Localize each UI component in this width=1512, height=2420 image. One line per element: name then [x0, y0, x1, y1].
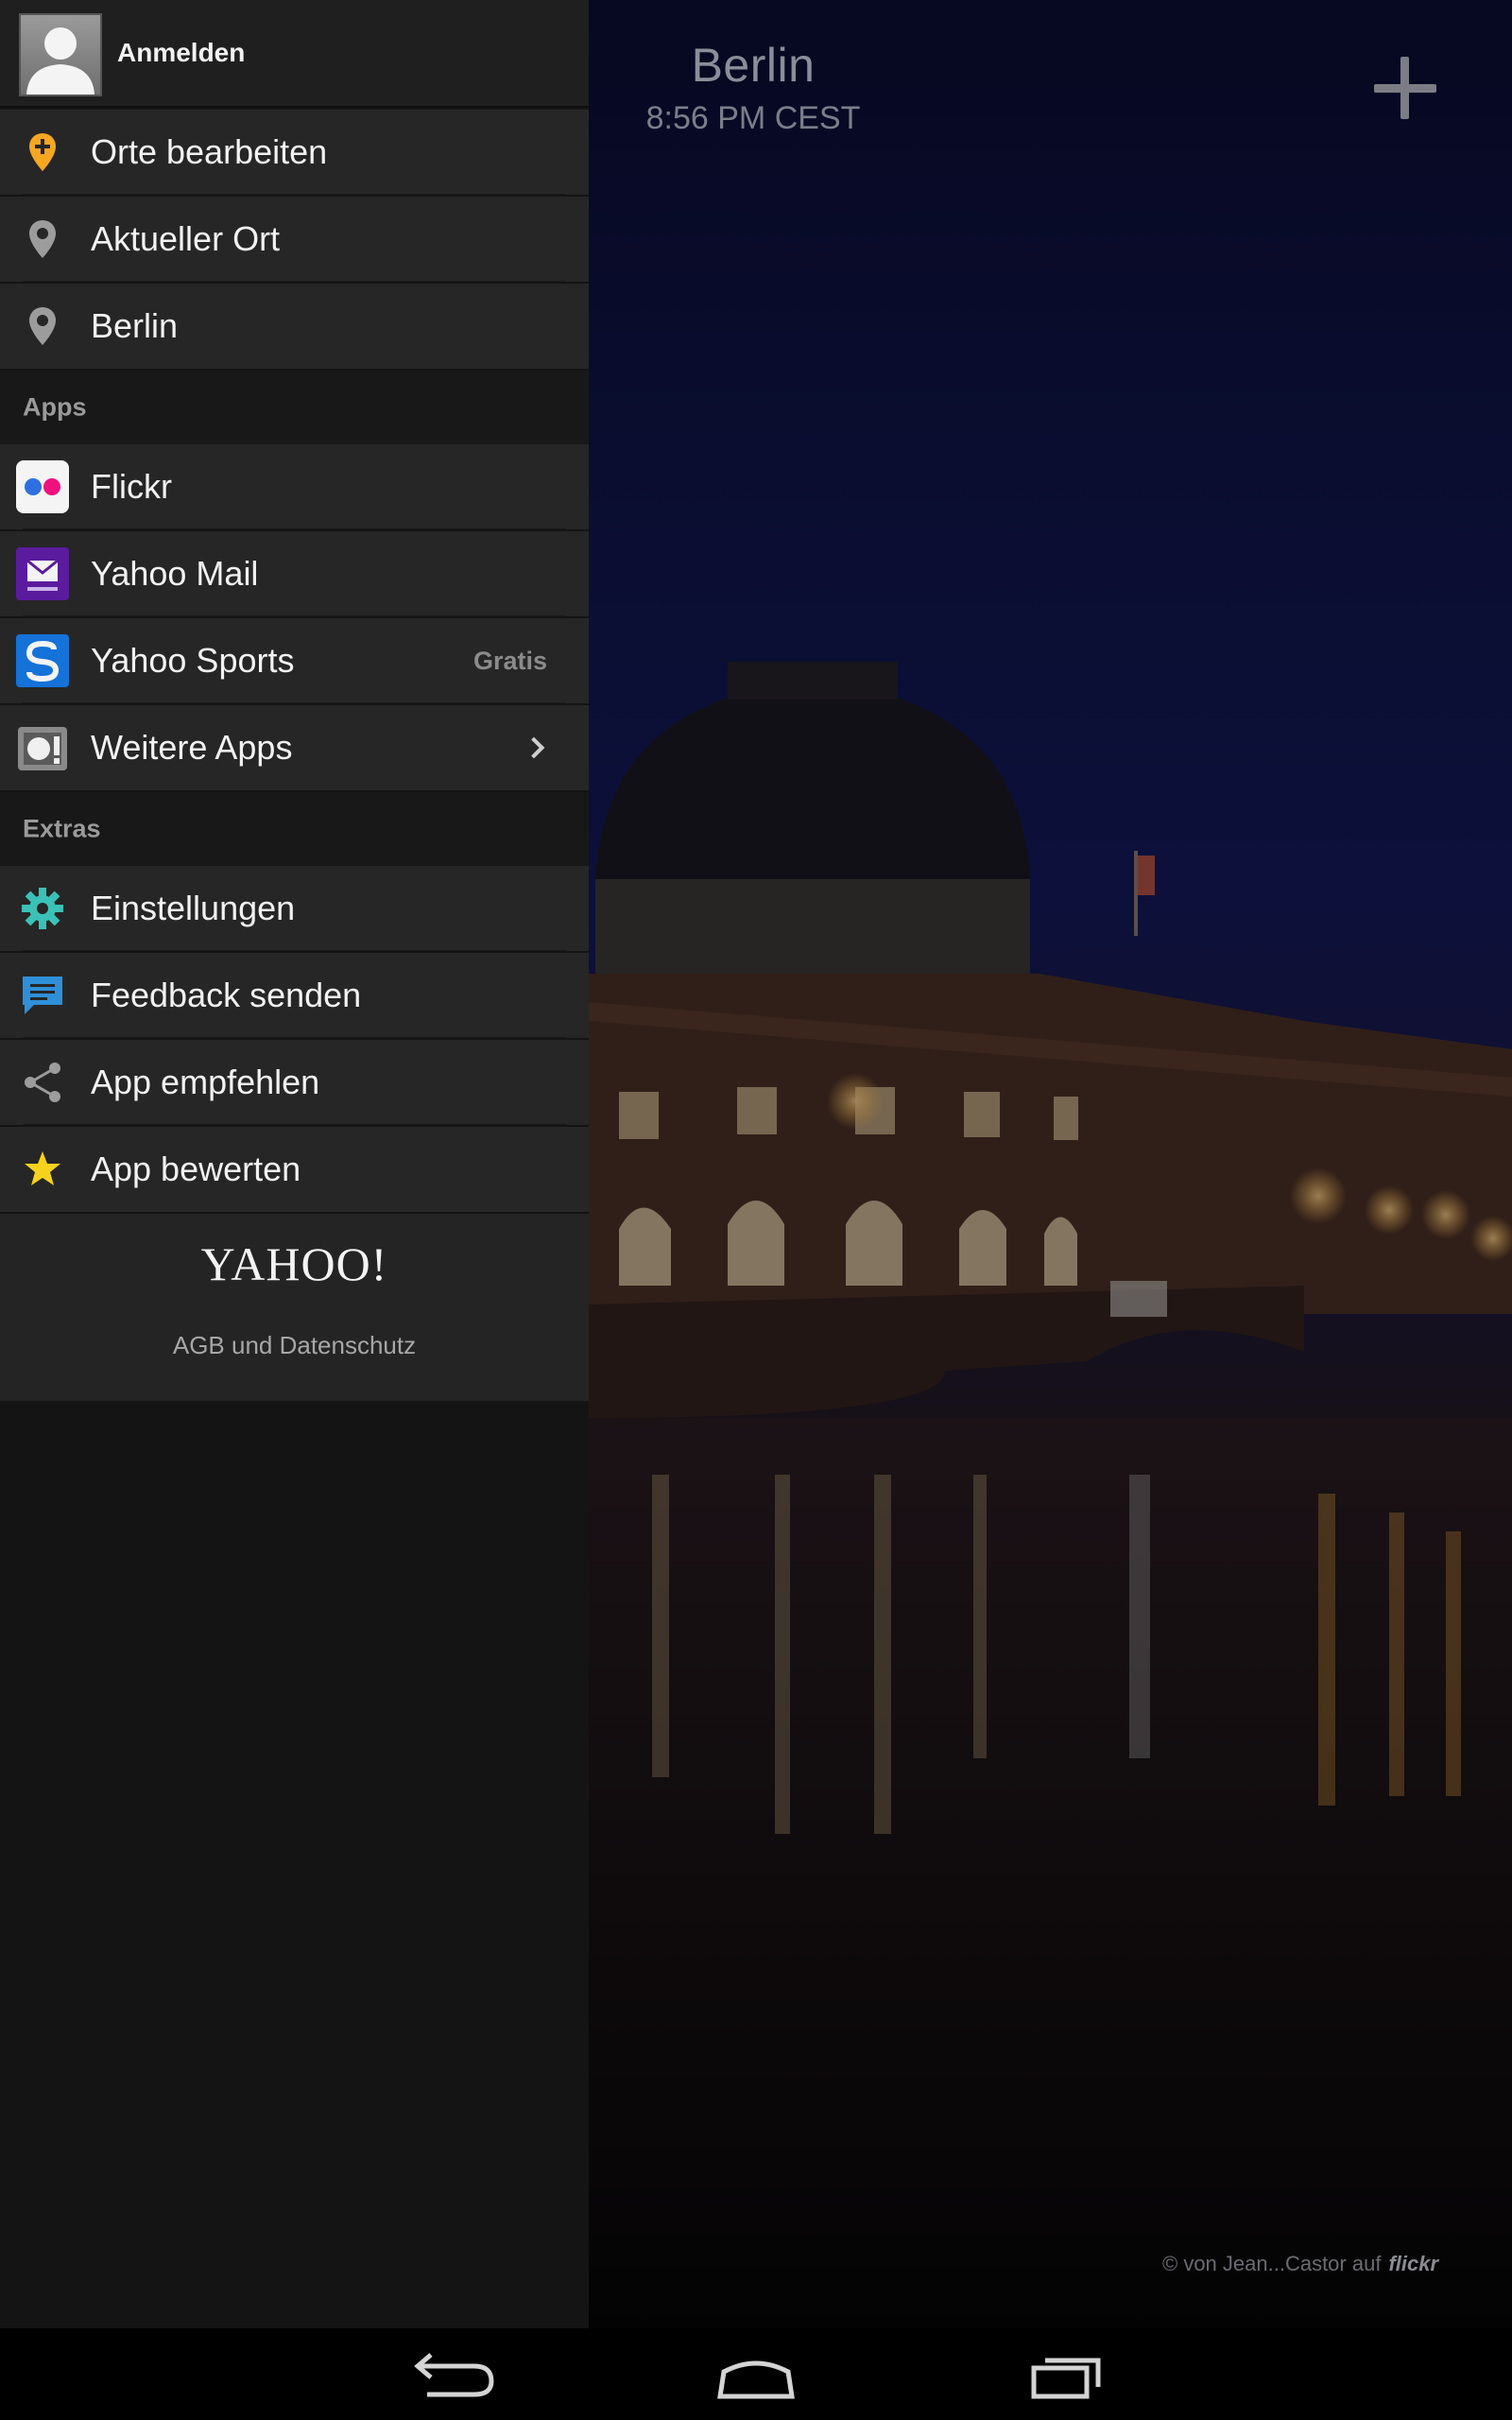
- avatar-icon: [19, 13, 102, 96]
- divider: [23, 1037, 566, 1038]
- local-time: 8:56 PM CEST: [645, 100, 861, 136]
- rate-app-item[interactable]: App bewerten: [0, 1127, 589, 1212]
- edit-locations-item[interactable]: Orte bearbeiten: [0, 110, 589, 195]
- yahoo-logo: YAHOO!: [200, 1237, 388, 1290]
- home-icon: [717, 2360, 795, 2399]
- app-item-yahoo-mail[interactable]: Yahoo Mail: [0, 531, 589, 616]
- recommend-app-label: App empfehlen: [91, 1063, 320, 1101]
- terms-privacy-link[interactable]: AGB und Datenschutz: [0, 1331, 589, 1360]
- back-icon: [414, 2353, 494, 2397]
- recent-apps-button[interactable]: [1005, 2345, 1119, 2404]
- current-location-item[interactable]: Aktueller Ort: [0, 197, 589, 282]
- sign-in-label: Anmelden: [117, 38, 246, 67]
- divider: [23, 702, 566, 703]
- app-yahoo-sports-label: Yahoo Sports: [91, 641, 295, 680]
- extras-section-header: Extras: [0, 792, 589, 866]
- divider: [23, 528, 566, 529]
- app-yahoo-mail-label: Yahoo Mail: [91, 554, 259, 593]
- divider: [23, 194, 566, 195]
- location-item-berlin[interactable]: Berlin: [0, 284, 589, 369]
- location-pin-icon: [15, 212, 70, 267]
- flickr-logo-icon: flickr: [1388, 2252, 1439, 2275]
- city-name: Berlin: [691, 39, 816, 92]
- sign-in-row[interactable]: Anmelden: [0, 0, 589, 108]
- back-button[interactable]: [393, 2345, 507, 2404]
- extras-section-label: Extras: [23, 814, 101, 843]
- feedback-icon: [15, 968, 70, 1023]
- recent-apps-icon: [1031, 2358, 1101, 2399]
- home-button[interactable]: [699, 2345, 813, 2404]
- weather-location-header: Berlin 8:56 PM CEST: [590, 38, 917, 137]
- yahoo-mail-icon: [15, 546, 70, 601]
- share-icon: [15, 1055, 70, 1110]
- more-apps-label: Weitere Apps: [91, 728, 293, 767]
- apps-section-label: Apps: [23, 392, 87, 422]
- location-pin-icon: [15, 299, 70, 354]
- app-flickr-label: Flickr: [91, 467, 172, 506]
- divider: [23, 281, 566, 282]
- more-apps-icon: [15, 720, 70, 775]
- photo-credit[interactable]: © von Jean...Castor auf flickr: [1162, 2252, 1474, 2276]
- system-navigation-bar: [0, 2328, 1512, 2420]
- current-location-label: Aktueller Ort: [91, 219, 281, 258]
- add-location-button[interactable]: [1366, 49, 1442, 125]
- app-item-flickr[interactable]: Flickr: [0, 444, 589, 529]
- edit-locations-label: Orte bearbeiten: [91, 132, 328, 171]
- rate-app-label: App bewerten: [91, 1150, 301, 1188]
- divider: [23, 1124, 566, 1125]
- flickr-icon: [15, 459, 70, 514]
- divider: [23, 615, 566, 616]
- app-item-yahoo-sports[interactable]: Yahoo Sports Gratis: [0, 618, 589, 703]
- yahoo-sports-icon: [15, 633, 70, 688]
- edit-location-icon: [15, 125, 70, 180]
- settings-item[interactable]: Einstellungen: [0, 866, 589, 951]
- apps-section-header: Apps: [0, 371, 589, 444]
- more-apps-item[interactable]: Weitere Apps: [0, 705, 589, 790]
- settings-label: Einstellungen: [91, 889, 296, 927]
- recommend-app-item[interactable]: App empfehlen: [0, 1040, 589, 1125]
- gear-icon: [15, 881, 70, 936]
- navigation-drawer: Anmelden Orte bearbeiten Aktueller Ort B…: [0, 0, 589, 2328]
- free-badge: Gratis: [472, 646, 547, 675]
- location-berlin-label: Berlin: [91, 306, 179, 345]
- drawer-footer: YAHOO! AGB und Datenschutz: [0, 1214, 589, 1401]
- send-feedback-item[interactable]: Feedback senden: [0, 953, 589, 1038]
- chevron-right-icon: [523, 736, 545, 759]
- send-feedback-label: Feedback senden: [91, 976, 362, 1014]
- star-icon: [15, 1142, 70, 1197]
- photo-credit-text: © von Jean...Castor auf: [1162, 2252, 1382, 2275]
- divider: [23, 950, 566, 951]
